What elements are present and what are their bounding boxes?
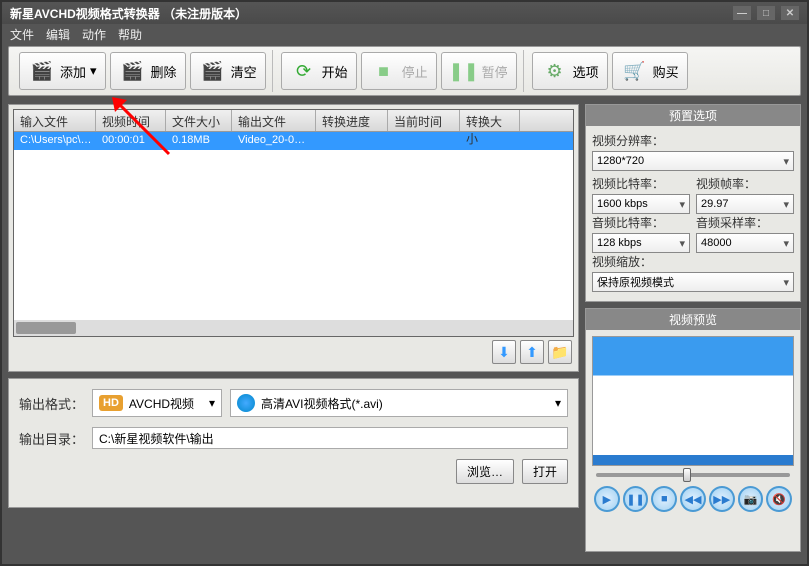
play-button[interactable]: ▶ [594,486,620,512]
buy-button[interactable]: 🛒购买 [612,52,688,90]
stop-button[interactable]: ■停止 [361,52,437,90]
move-up-button[interactable]: ⬆ [520,340,544,364]
pause-button[interactable]: ❚❚暂停 [441,52,517,90]
th-input[interactable]: 输入文件 [14,110,96,131]
snapshot-button[interactable]: 📷 [738,486,764,512]
pause-preview-button[interactable]: ❚❚ [623,486,649,512]
delete-icon: 🎬 [119,57,147,85]
options-button[interactable]: ⚙选项 [532,52,608,90]
format-select[interactable]: 高清AVI视频格式(*.avi) ▾ [230,389,568,417]
preview-display [592,336,794,466]
delete-button[interactable]: 🎬删除 [110,52,186,90]
preview-title: 视频预览 [586,309,800,330]
output-settings: 输出格式： HD AVCHD视频 ▾ 高清AVI视频格式(*.avi) ▾ 输出… [8,378,579,508]
clear-icon: 🎬 [199,57,227,85]
chevron-down-icon: ▾ [555,396,561,410]
resolution-select[interactable]: 1280*720 [592,151,794,171]
output-dir-input[interactable] [92,427,568,449]
menu-file[interactable]: 文件 [10,26,34,42]
output-dir-label: 输出目录： [19,429,84,448]
menu-action[interactable]: 动作 [82,26,106,42]
menu-edit[interactable]: 编辑 [46,26,70,42]
th-csize[interactable]: 转换大小 [460,110,520,131]
next-button[interactable]: ▶▶ [709,486,735,512]
maximize-button[interactable]: □ [757,6,775,20]
video-bitrate-select[interactable]: 1600 kbps [592,194,690,214]
cart-icon: 🛒 [621,57,649,85]
start-button[interactable]: ⟳开始 [281,52,357,90]
move-down-button[interactable]: ⬇ [492,340,516,364]
format-icon [237,394,255,412]
seek-slider[interactable] [596,473,790,477]
table-row[interactable]: C:\Users\pc\… 00:00:01 0.18MB Video_20-0… [14,132,573,150]
th-progress[interactable]: 转换进度 [316,110,388,131]
audio-bitrate-select[interactable]: 128 kbps [592,233,690,253]
add-button[interactable]: 🎬添加▾ [19,52,106,90]
file-table: 输入文件 视频时间 文件大小 输出文件 转换进度 当前时间 转换大小 C:\Us… [13,109,574,337]
horizontal-scrollbar[interactable] [14,320,573,336]
preset-title: 预置选项 [586,105,800,126]
gear-icon: ⚙ [541,57,569,85]
chevron-down-icon: ▾ [90,63,97,79]
scale-select[interactable]: 保持原视频模式 [592,272,794,292]
menu-help[interactable]: 帮助 [118,26,142,42]
th-size[interactable]: 文件大小 [166,110,232,131]
th-output[interactable]: 输出文件 [232,110,316,131]
hd-badge: HD [99,395,123,411]
format-category-select[interactable]: HD AVCHD视频 ▾ [92,389,222,417]
minimize-button[interactable]: — [733,6,751,20]
window-title: 新星AVCHD视频格式转换器 （未注册版本） [10,5,247,22]
preset-panel: 预置选项 视频分辨率： 1280*720 视频比特率： 1600 kbps 视频… [585,104,801,302]
pause-icon: ❚❚ [450,57,478,85]
start-icon: ⟳ [290,57,318,85]
stop-icon: ■ [370,57,398,85]
menubar: 文件 编辑 动作 帮助 [2,24,807,44]
audio-sample-select[interactable]: 48000 [696,233,794,253]
titlebar: 新星AVCHD视频格式转换器 （未注册版本） — □ ✕ [2,2,807,24]
clear-button[interactable]: 🎬清空 [190,52,266,90]
preview-panel: 视频预览 ▶ ❚❚ ■ ◀◀ ▶▶ 📷 🔇 [585,308,801,552]
th-curtime[interactable]: 当前时间 [388,110,460,131]
chevron-down-icon: ▾ [209,396,215,410]
folder-button[interactable]: 📁 [548,340,572,364]
th-time[interactable]: 视频时间 [96,110,166,131]
output-format-label: 输出格式： [19,394,84,413]
toolbar: 🎬添加▾ 🎬删除 🎬清空 ⟳开始 ■停止 ❚❚暂停 ⚙选项 🛒购买 [8,46,801,96]
mute-button[interactable]: 🔇 [766,486,792,512]
add-icon: 🎬 [28,57,56,85]
close-button[interactable]: ✕ [781,6,799,20]
browse-button[interactable]: 浏览… [456,459,514,484]
fps-select[interactable]: 29.97 [696,194,794,214]
open-button[interactable]: 打开 [522,459,568,484]
stop-preview-button[interactable]: ■ [651,486,677,512]
prev-button[interactable]: ◀◀ [680,486,706,512]
